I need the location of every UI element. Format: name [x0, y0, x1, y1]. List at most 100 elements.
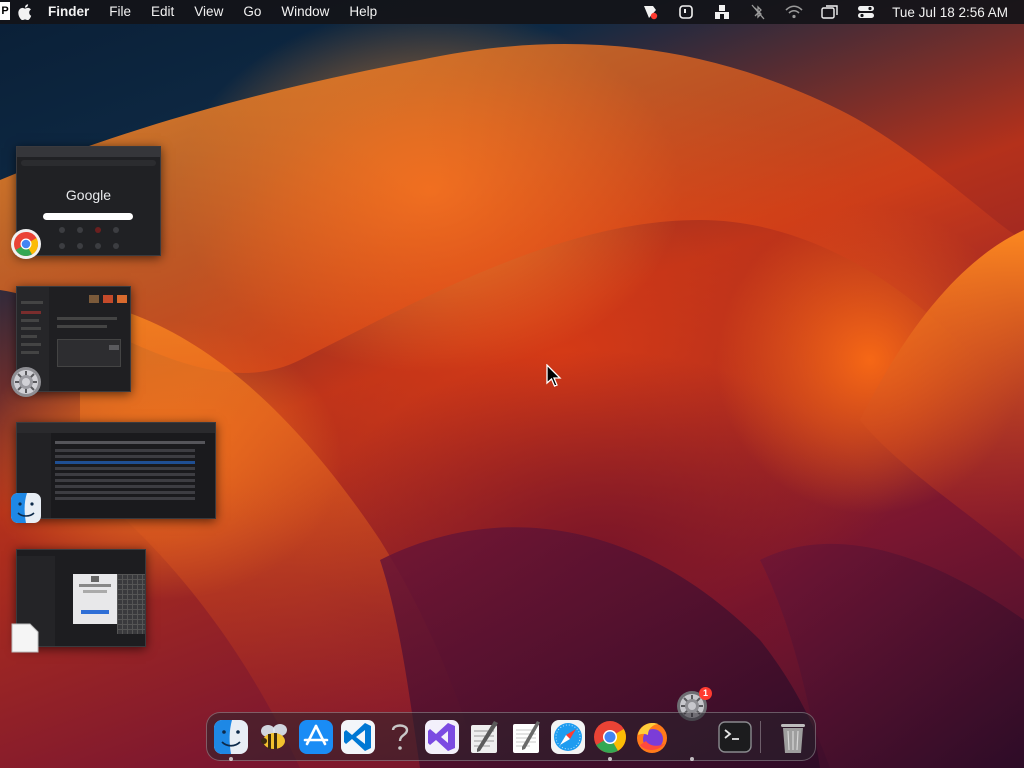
thumb-wallpaper-swatch: [117, 295, 127, 303]
dock-item-script-editor[interactable]: [466, 719, 502, 755]
dock-item-terminal[interactable]: [717, 719, 753, 755]
thumb-line: [57, 317, 117, 320]
thumb-line: [83, 590, 107, 593]
bluetooth-off-icon[interactable]: [740, 0, 776, 24]
notification-badge: 1: [699, 687, 712, 700]
thumb-url-bar: [21, 160, 156, 166]
thumb-line: [21, 335, 37, 338]
menu-help[interactable]: Help: [339, 0, 387, 24]
menu-file[interactable]: File: [99, 0, 141, 24]
script-editor-icon: [471, 721, 498, 753]
thumb-line: [21, 301, 43, 304]
running-indicator: [690, 757, 694, 761]
thumb-row: [55, 467, 195, 470]
document-icon[interactable]: [10, 620, 42, 654]
dock-item-finder[interactable]: [213, 719, 249, 755]
visual-studio-icon: [425, 720, 459, 754]
thumb-line: [21, 319, 39, 322]
dock-item-trash[interactable]: [775, 719, 811, 755]
finder-icon[interactable]: [10, 492, 42, 524]
thumb-wallpaper-swatch: [103, 295, 113, 303]
dock-item-firefox[interactable]: [634, 719, 670, 755]
question-mark-icon: [391, 724, 409, 750]
thumb-line: [21, 327, 41, 330]
thumb-shortcut: [77, 227, 83, 233]
dock-item-cyberduck[interactable]: [256, 719, 292, 755]
finder-icon: [214, 720, 248, 754]
thumb-grid: [117, 574, 145, 634]
thumb-row: [55, 461, 195, 464]
menu-bar: P Finder File Edit View Go Window Help T…: [0, 0, 1024, 24]
wifi-icon[interactable]: [776, 0, 812, 24]
dock-item-app-store[interactable]: [298, 719, 334, 755]
thumb-button: [81, 610, 109, 614]
thumb-dialog: [73, 574, 117, 624]
thumb-search-box: [43, 213, 133, 220]
thumb-line: [57, 325, 107, 328]
thumb-shortcut: [77, 243, 83, 249]
screen-capture-icon[interactable]: [668, 0, 704, 24]
dock-item-textedit[interactable]: [508, 719, 544, 755]
thumb-shortcut: [59, 243, 65, 249]
thumb-line: [79, 584, 111, 587]
dock-item-help[interactable]: [382, 719, 418, 755]
menu-window[interactable]: Window: [271, 0, 339, 24]
trash-icon: [781, 724, 805, 753]
desktop-wallpaper: [0, 0, 1024, 768]
stage-window-finder[interactable]: [16, 422, 216, 519]
menu-edit[interactable]: Edit: [141, 0, 184, 24]
thumb-button: [109, 345, 119, 350]
thumb-row: [55, 479, 195, 482]
edge-indicator: P: [0, 2, 10, 20]
thumb-wallpaper-swatch: [89, 295, 99, 303]
vscode-icon: [341, 720, 375, 754]
running-indicator: [229, 757, 233, 761]
menu-bar-clock[interactable]: Tue Jul 18 2:56 AM: [884, 5, 1008, 20]
thumb-shortcut: [113, 243, 119, 249]
menu-view[interactable]: View: [184, 0, 233, 24]
dock-item-safari[interactable]: [550, 719, 586, 755]
thumb-shortcut: [95, 243, 101, 249]
script-editor-icon[interactable]: [632, 0, 668, 24]
user-switch-icon[interactable]: [704, 0, 740, 24]
thumb-shortcut: [95, 227, 101, 233]
firefox-icon: [637, 723, 667, 753]
thumb-line: [21, 311, 41, 314]
thumb-google-logo: Google: [65, 187, 112, 203]
thumb-shortcut: [59, 227, 65, 233]
thumb-row: [55, 485, 195, 488]
mouse-cursor: [546, 363, 562, 393]
dock: [206, 712, 816, 761]
wallpaper-shapes: [0, 44, 1024, 768]
dock-item-vscode[interactable]: [340, 719, 376, 755]
safari-icon: [551, 720, 585, 754]
textedit-icon: [513, 721, 540, 753]
thumb-line: [21, 351, 39, 354]
dock-item-visual-studio[interactable]: [424, 719, 460, 755]
thumb-tab-bar: [17, 147, 160, 157]
chrome-icon: [594, 721, 626, 753]
thumb-dialog: [57, 339, 121, 367]
thumb-row: [55, 441, 205, 444]
dock-separator: [760, 721, 761, 753]
system-settings-icon[interactable]: [10, 366, 42, 398]
chrome-icon[interactable]: [10, 228, 42, 260]
app-store-icon: [299, 720, 333, 754]
thumb-toolbar: [17, 423, 215, 433]
window-mirror-icon[interactable]: [812, 0, 848, 24]
bee-icon: [261, 724, 287, 749]
thumb-row: [55, 491, 195, 494]
thumb-row: [55, 473, 195, 476]
thumb-dialog-icon: [91, 576, 99, 582]
running-indicator: [608, 757, 612, 761]
terminal-icon: [718, 721, 752, 753]
thumb-line: [21, 343, 41, 346]
menu-app-finder[interactable]: Finder: [38, 0, 99, 24]
menu-go[interactable]: Go: [233, 0, 271, 24]
thumb-shortcut: [113, 227, 119, 233]
control-center-icon[interactable]: [848, 0, 884, 24]
thumb-row: [55, 497, 195, 500]
dock-item-chrome[interactable]: [592, 719, 628, 755]
thumb-row: [55, 455, 195, 458]
thumb-row: [55, 449, 195, 452]
